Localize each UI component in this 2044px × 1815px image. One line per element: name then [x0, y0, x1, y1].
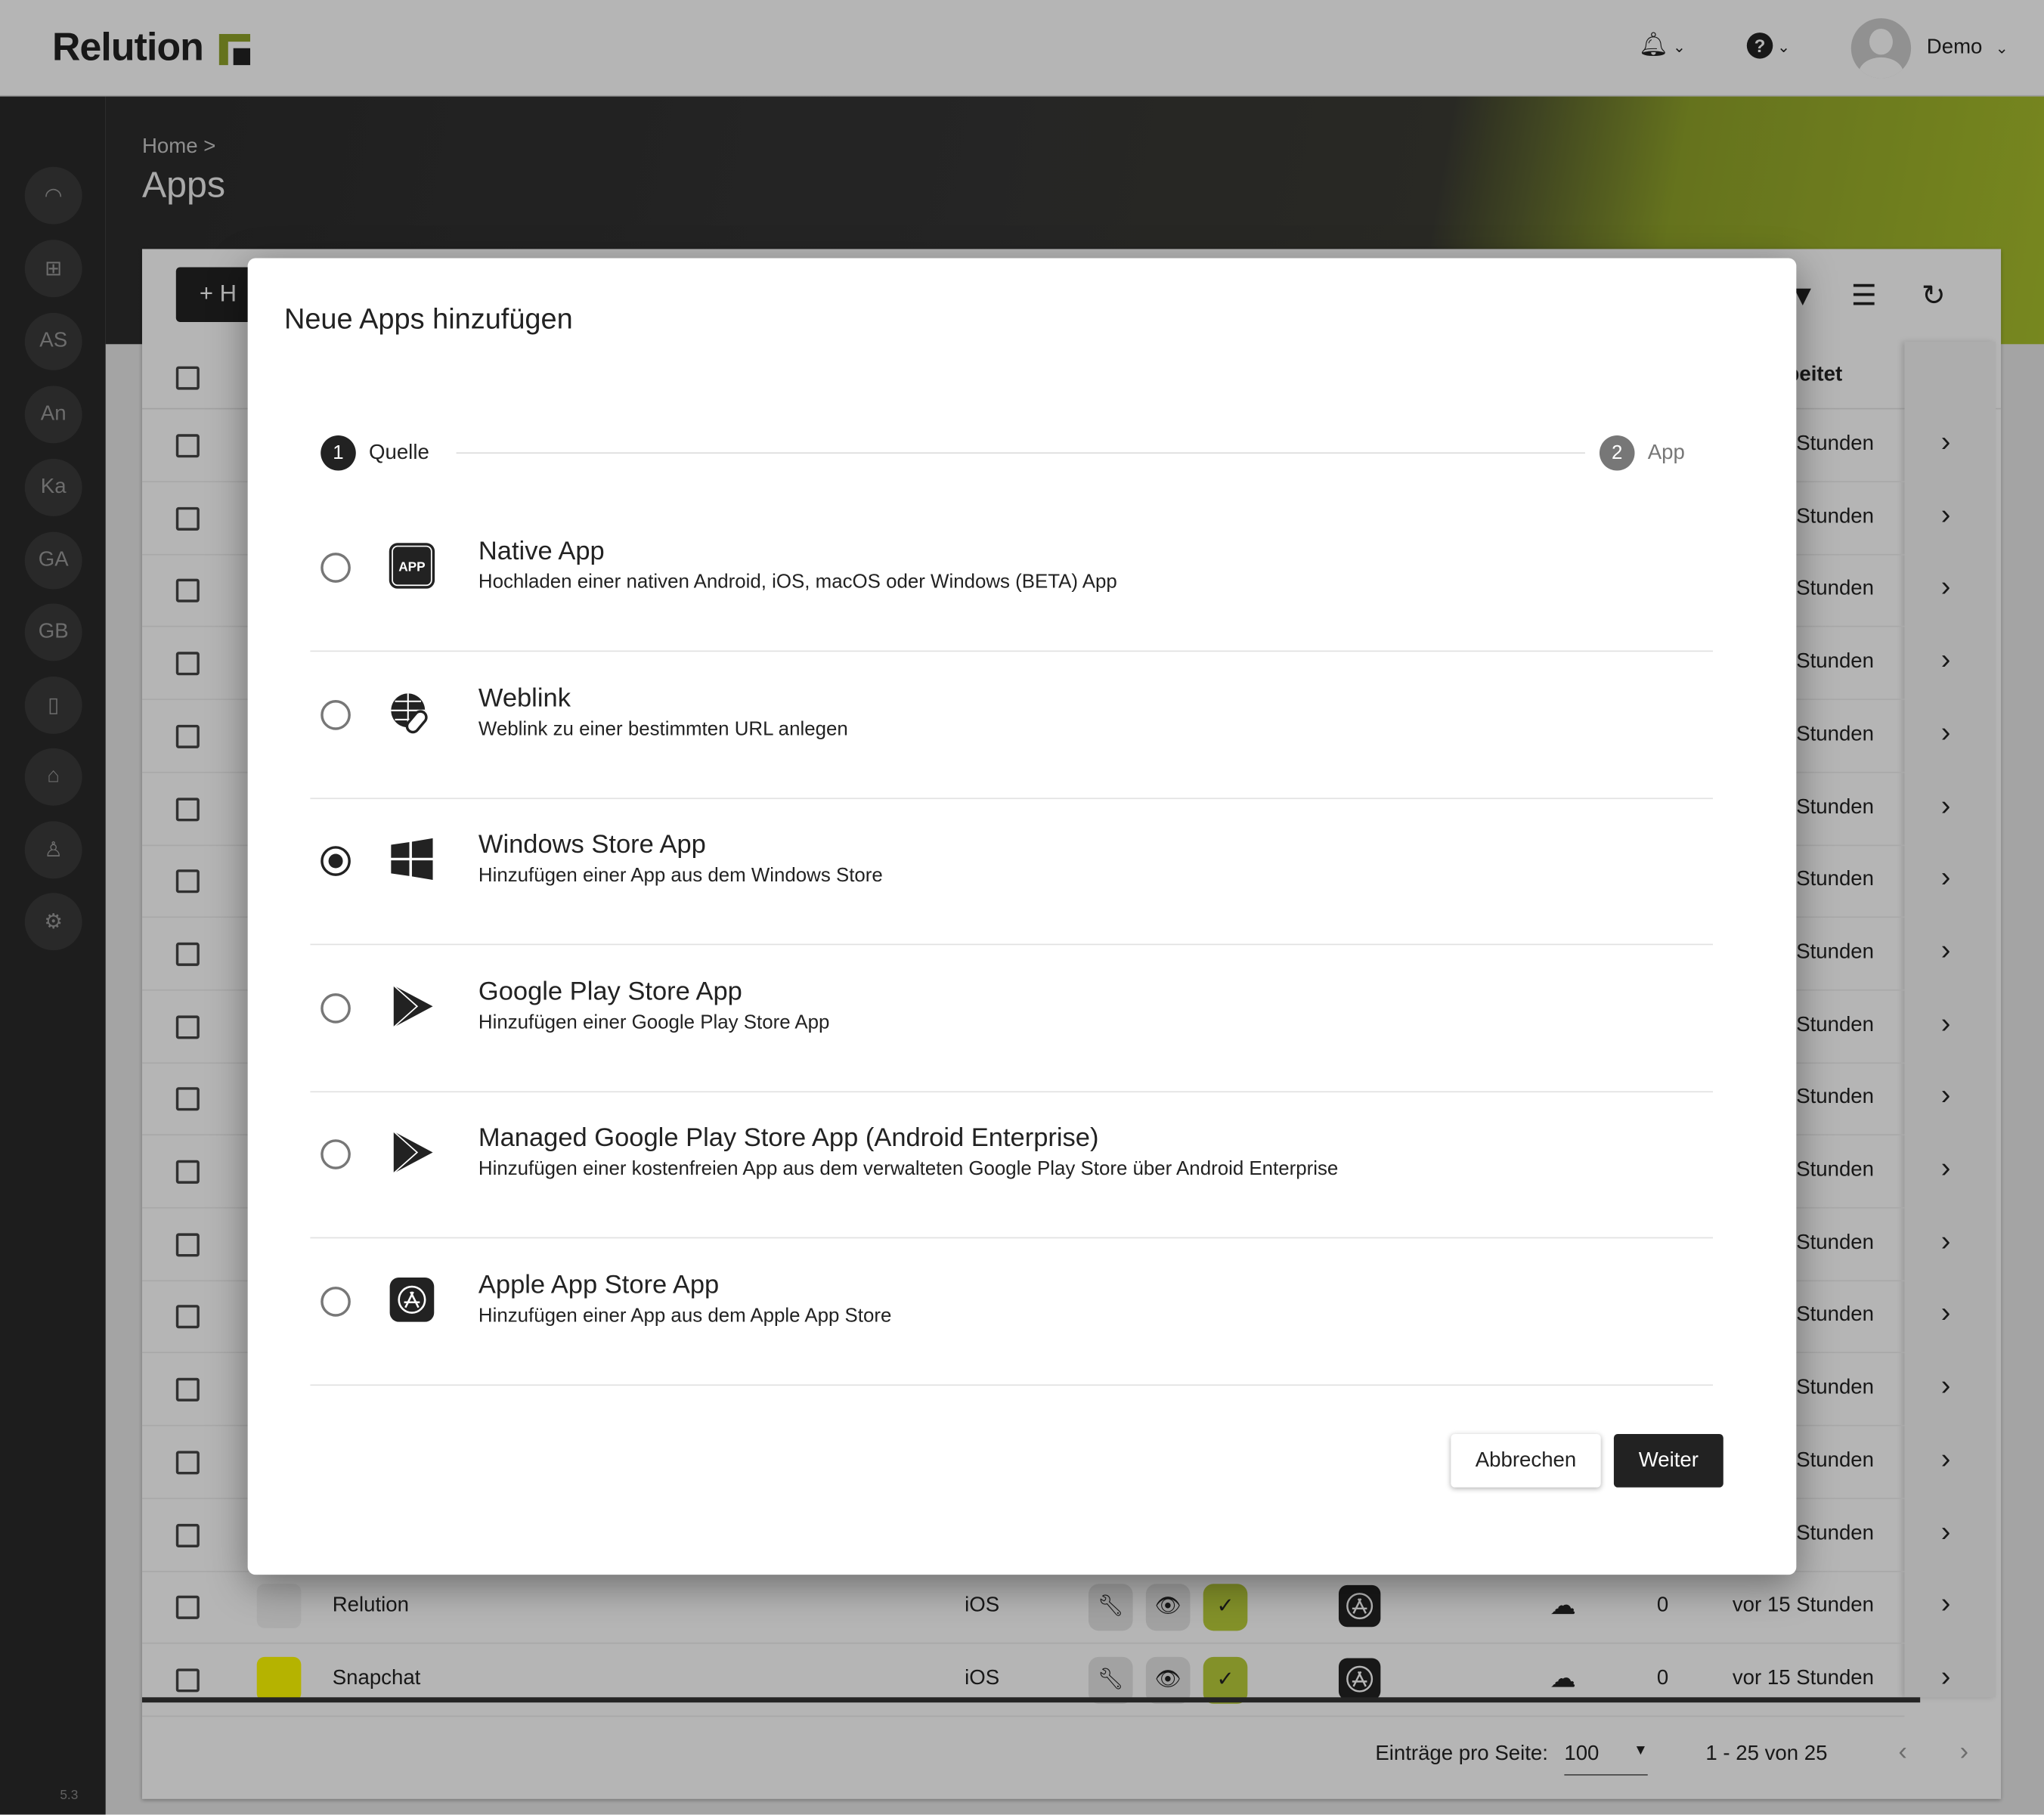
source-radio[interactable] [321, 846, 351, 877]
source-radio[interactable] [321, 553, 351, 583]
native-app-icon: APP [389, 542, 435, 589]
step-1-label: Quelle [369, 441, 429, 464]
source-option[interactable]: Weblink Weblink zu einer bestimmten URL a… [310, 652, 1713, 799]
option-title: Managed Google Play Store App (Android E… [478, 1124, 1099, 1154]
stepper-line [456, 452, 1585, 454]
option-title: Windows Store App [478, 830, 706, 859]
step-1-indicator: 1 [321, 435, 356, 471]
option-description: Weblink zu einer bestimmten URL anlegen [478, 717, 848, 740]
step-2-indicator: 2 [1599, 435, 1635, 471]
source-option[interactable]: Apple App Store App Hinzufügen einer App … [310, 1240, 1713, 1386]
source-option[interactable]: APP Native App Hochladen einer nativen And… [310, 506, 1713, 652]
source-option[interactable]: Google Play Store App Hinzufügen einer Go… [310, 946, 1713, 1092]
google-play-icon [389, 1129, 435, 1176]
step-2-label: App [1647, 441, 1685, 464]
source-radio[interactable] [321, 993, 351, 1024]
option-description: Hinzufügen einer Google Play Store App [478, 1011, 830, 1034]
weblink-globe-icon [389, 689, 435, 736]
source-radio[interactable] [321, 699, 351, 730]
source-option[interactable]: Managed Google Play Store App (Android E… [310, 1093, 1713, 1239]
option-title: Native App [478, 537, 605, 566]
dialog-title: Neue Apps hinzufügen [283, 302, 573, 336]
next-button[interactable]: Weiter [1613, 1433, 1723, 1488]
windows-icon [389, 836, 435, 883]
add-app-dialog: Neue Apps hinzufügen 1 Quelle 2 App APP N… [247, 258, 1797, 1575]
source-option[interactable]: Windows Store App Hinzufügen einer App au… [310, 799, 1713, 946]
app-store-icon [389, 1276, 435, 1323]
source-radio[interactable] [321, 1287, 351, 1317]
option-title: Apple App Store App [478, 1271, 720, 1300]
option-description: Hochladen einer nativen Android, iOS, ma… [478, 571, 1117, 593]
google-play-icon [389, 983, 435, 1030]
option-description: Hinzufügen einer App aus dem Windows Sto… [478, 864, 883, 887]
option-title: Weblink [478, 683, 571, 713]
option-description: Hinzufügen einer App aus dem Apple App S… [478, 1305, 892, 1327]
option-title: Google Play Store App [478, 977, 742, 1006]
option-description: Hinzufügen einer kostenfreien App aus de… [478, 1158, 1339, 1181]
svg-text:APP: APP [398, 559, 425, 574]
cancel-button[interactable]: Abbrechen [1451, 1433, 1601, 1488]
source-radio[interactable] [321, 1139, 351, 1170]
